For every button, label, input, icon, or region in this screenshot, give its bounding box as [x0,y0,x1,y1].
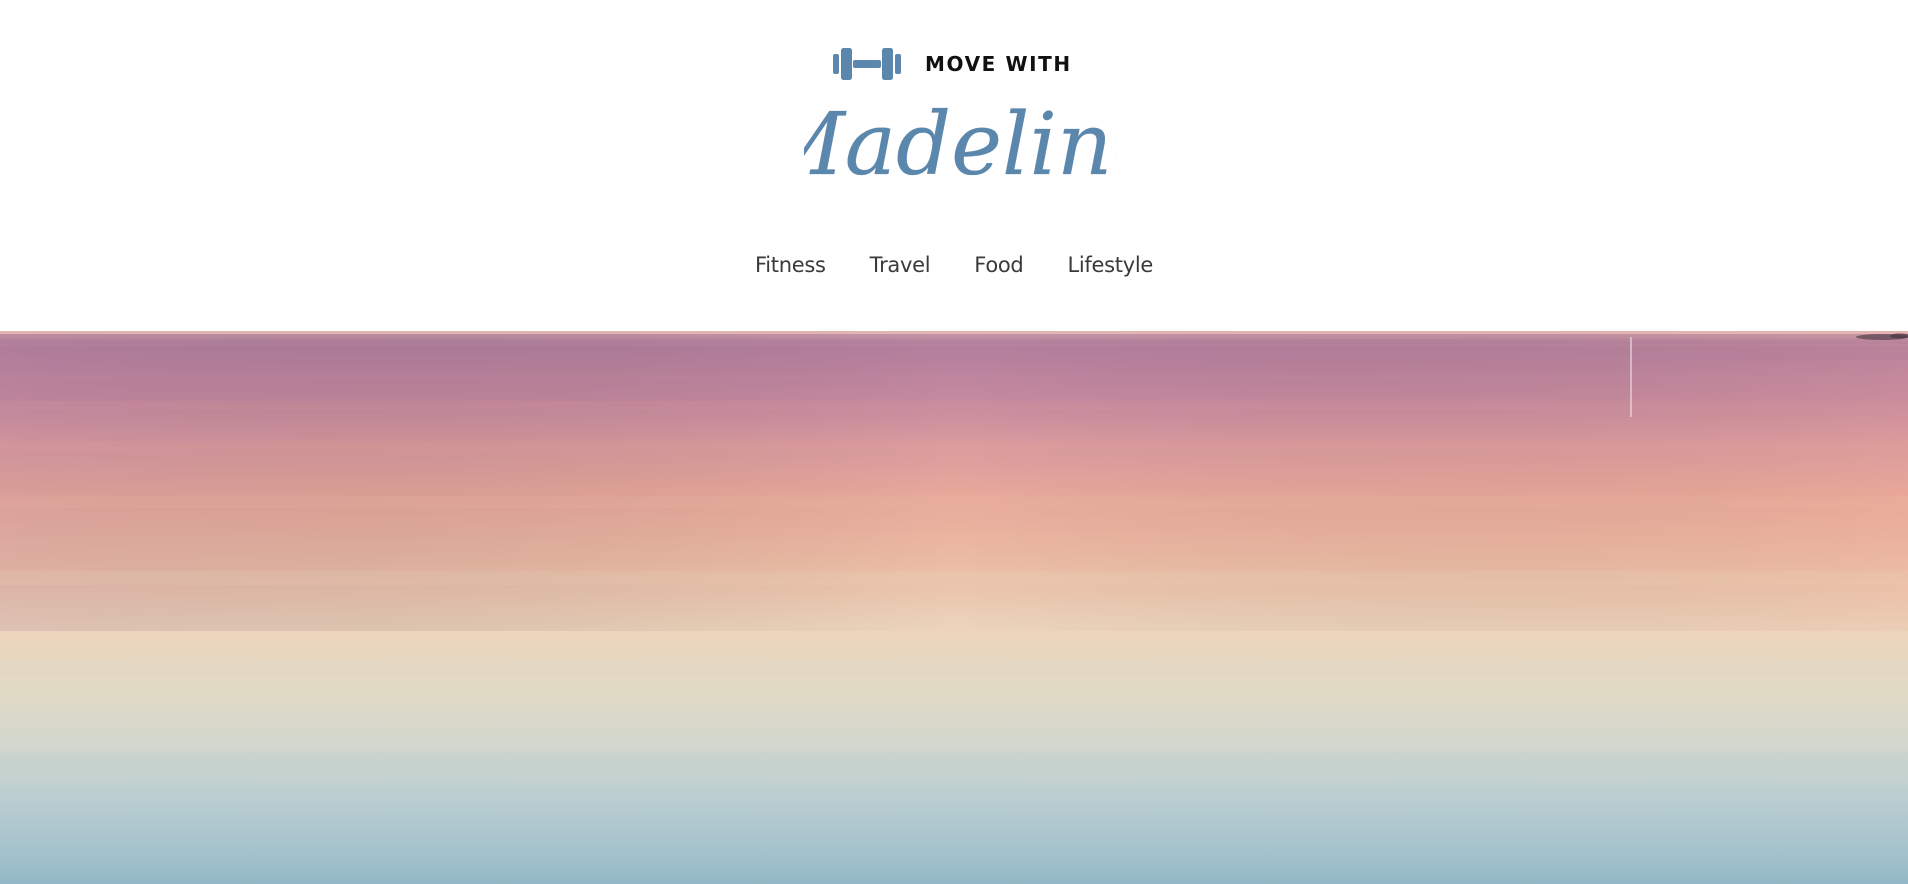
brand-logo[interactable]: MOVE WITH [833,46,1072,82]
brand-name[interactable]: Madeline [804,94,1116,198]
site-header: MOVE WITH Madeline Fitness Travel Food L… [0,0,1908,331]
brand-tagline: MOVE WITH [925,52,1072,76]
brand-name-text: Madeline [804,95,1116,195]
pastel-sunset-sea-image [0,331,1908,884]
nav-item-travel[interactable]: Travel [870,248,931,282]
nav-item-fitness[interactable]: Fitness [755,248,826,282]
page: MOVE WITH Madeline Fitness Travel Food L… [0,0,1908,884]
nav-item-lifestyle[interactable]: Lifestyle [1067,248,1153,282]
hero-banner [0,331,1908,884]
main-nav: Fitness Travel Food Lifestyle [0,248,1908,282]
nav-item-food[interactable]: Food [974,248,1023,282]
dumbbell-icon [833,48,901,80]
